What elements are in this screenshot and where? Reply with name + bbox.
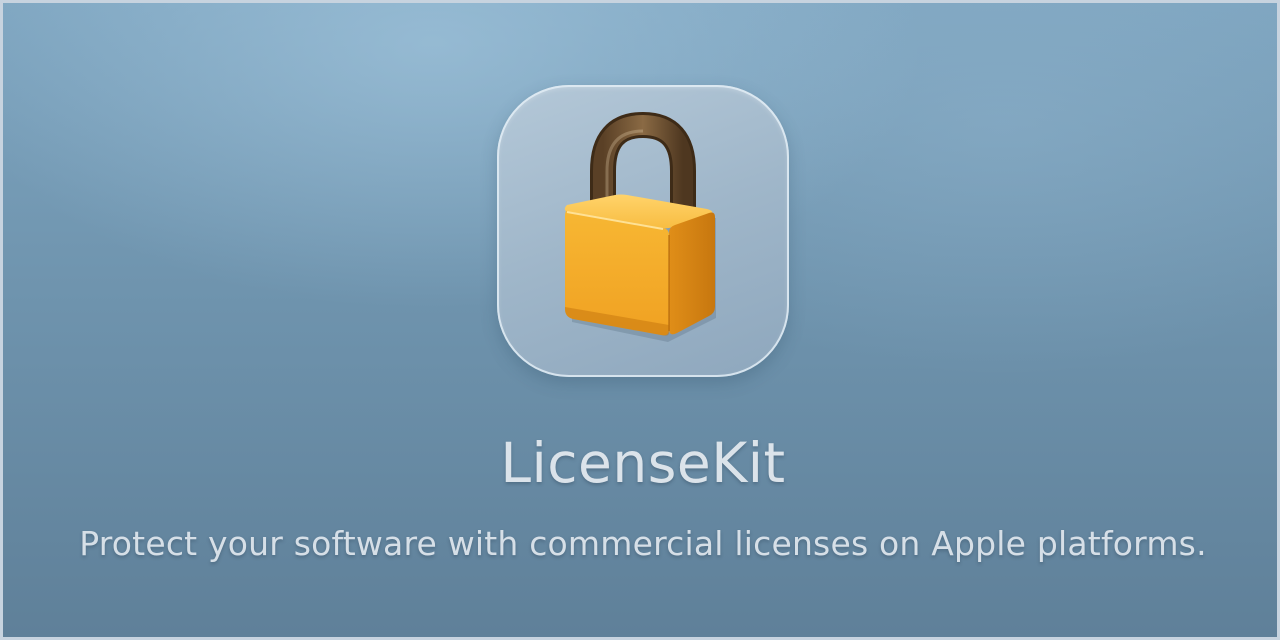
- app-icon: [497, 85, 789, 377]
- app-title: LicenseKit: [500, 431, 786, 495]
- app-tagline: Protect your software with commercial li…: [79, 524, 1207, 563]
- hero-banner: LicenseKit Protect your software with co…: [0, 0, 1280, 640]
- padlock-icon: [564, 111, 716, 342]
